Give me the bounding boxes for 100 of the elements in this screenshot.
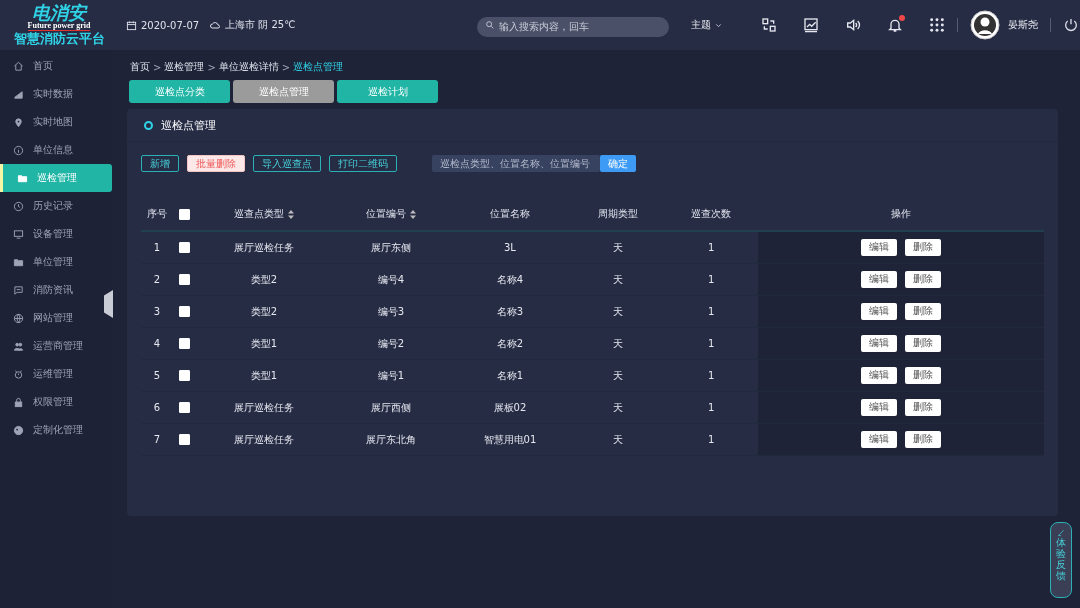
breadcrumb-item[interactable]: 巡检管理 [164,60,205,74]
row-checkbox[interactable] [178,242,190,254]
folder-icon [17,172,28,184]
folder-icon [13,256,24,268]
power-icon [1063,17,1080,33]
weather-text: 上海市 阴 25℃ [225,18,296,32]
home-icon [13,60,24,72]
column-header: 周期类型 [597,207,638,221]
feedback-button[interactable]: 体验反馈 [1050,522,1072,598]
breadcrumb-item[interactable]: 首页 [130,60,150,74]
row-checkbox[interactable] [178,402,190,414]
notification-button[interactable] [887,17,904,33]
table-cell: 名称1 [496,369,524,381]
sidebar-item[interactable]: 设备管理 [0,220,103,248]
user-name[interactable]: 晏斯尧 [1008,18,1039,32]
row-number: 3 [153,306,161,317]
globe-icon [13,312,24,324]
row-checkbox[interactable] [178,370,190,382]
edit-button[interactable]: 编辑 [861,271,897,288]
delete-button[interactable]: 删除 [905,335,941,352]
apps-button[interactable] [929,17,946,33]
delete-button[interactable]: 删除 [905,239,941,256]
sort-icon[interactable] [410,209,416,219]
search-field[interactable]: 巡检点类型、位置名称、位置编号 [432,155,600,172]
info-icon [13,144,24,156]
sortable-column-header[interactable]: 巡查点类型 [234,207,295,221]
table-cell: 智慧用电01 [483,433,537,445]
sidebar-item[interactable]: 权限管理 [0,388,103,416]
row-number: 4 [153,338,161,349]
platform-title: 智慧消防云平台 [13,30,105,47]
table-cell: 1 [708,338,715,349]
table-cell: 1 [708,370,715,381]
table-cell: 名称4 [496,273,524,285]
table-cell: 1 [708,434,715,445]
edit-button[interactable]: 编辑 [861,239,897,256]
chart-button[interactable] [803,17,820,33]
row-checkbox[interactable] [178,274,190,286]
delete-button[interactable]: 删除 [905,303,941,320]
sort-icon[interactable] [288,209,295,219]
sidebar-item[interactable]: 网站管理 [0,304,103,332]
line-chart-icon [803,17,820,33]
table-cell: 天 [612,433,623,445]
sidebar-item[interactable]: 定制化管理 [0,416,103,444]
search-field[interactable]: 输入搜索内容，回车 [477,16,670,37]
volume-button[interactable] [845,17,862,33]
theme-dropdown[interactable]: 主题 [691,18,724,32]
sidebar-item[interactable]: 首页 [0,52,103,80]
row-number: 7 [153,434,161,445]
breadcrumb-item: 巡检点管理 [293,60,344,74]
toolbar-button[interactable]: 新增 [141,155,179,172]
delete-button[interactable]: 删除 [905,431,941,448]
edit-button[interactable]: 编辑 [861,399,897,416]
grid-icon [929,17,946,33]
row-number: 2 [153,274,161,285]
ring-icon [144,120,153,130]
table-cell: 1 [708,274,715,285]
table-cell: 类型2 [250,273,278,285]
table-cell: 天 [612,337,623,349]
edit-button[interactable]: 编辑 [861,431,897,448]
table-cell: 编号3 [377,305,405,317]
toolbar-button[interactable]: 打印二维码 [329,155,397,172]
table-cell: 类型1 [250,337,278,349]
swap-button[interactable] [761,17,778,33]
delete-button[interactable]: 删除 [905,399,941,416]
table-cell: 编号2 [377,337,405,349]
breadcrumb-separator: > [281,61,291,73]
clock-icon [13,200,24,212]
edit-button[interactable]: 编辑 [861,335,897,352]
sidebar-item[interactable]: 历史记录 [0,192,103,220]
table-cell: 展厅巡检任务 [234,433,295,445]
edit-button[interactable]: 编辑 [861,303,897,320]
select-all-checkbox[interactable] [178,208,190,220]
alarm-clock-icon [13,368,24,380]
avatar-icon[interactable] [970,10,1001,40]
column-header: 序号 [147,207,167,221]
edit-button[interactable]: 编辑 [861,367,897,384]
collapse-handle[interactable] [104,290,113,318]
breadcrumb-separator: > [207,61,216,73]
row-checkbox[interactable] [178,434,190,446]
lock-icon [13,396,24,408]
logo-tagline: Future power grid [27,21,91,31]
panel-title: 巡检点管理 [161,117,216,133]
row-checkbox[interactable] [178,338,190,350]
sidebar-item[interactable]: 单位管理 [0,248,103,276]
row-number: 1 [153,242,161,253]
sortable-column-header[interactable]: 位置编号 [366,207,416,221]
sidebar-item[interactable]: 单位信息 [0,136,103,164]
sidebar-item[interactable]: 实时地图 [0,108,103,136]
breadcrumb-item[interactable]: 单位巡检详情 [218,60,279,74]
power-button[interactable] [1063,17,1080,33]
delete-button[interactable]: 删除 [905,271,941,288]
toolbar-button[interactable]: 导入巡查点 [253,155,321,172]
sidebar-item[interactable]: 运维管理 [0,360,103,388]
sidebar-item[interactable]: 运营商管理 [0,332,103,360]
row-checkbox[interactable] [178,306,190,318]
bell-icon [887,17,904,33]
sidebar-item[interactable]: 实时数据 [0,80,103,108]
table-cell: 1 [708,402,715,413]
delete-button[interactable]: 删除 [905,367,941,384]
sidebar-item[interactable]: 消防资讯 [0,276,103,304]
